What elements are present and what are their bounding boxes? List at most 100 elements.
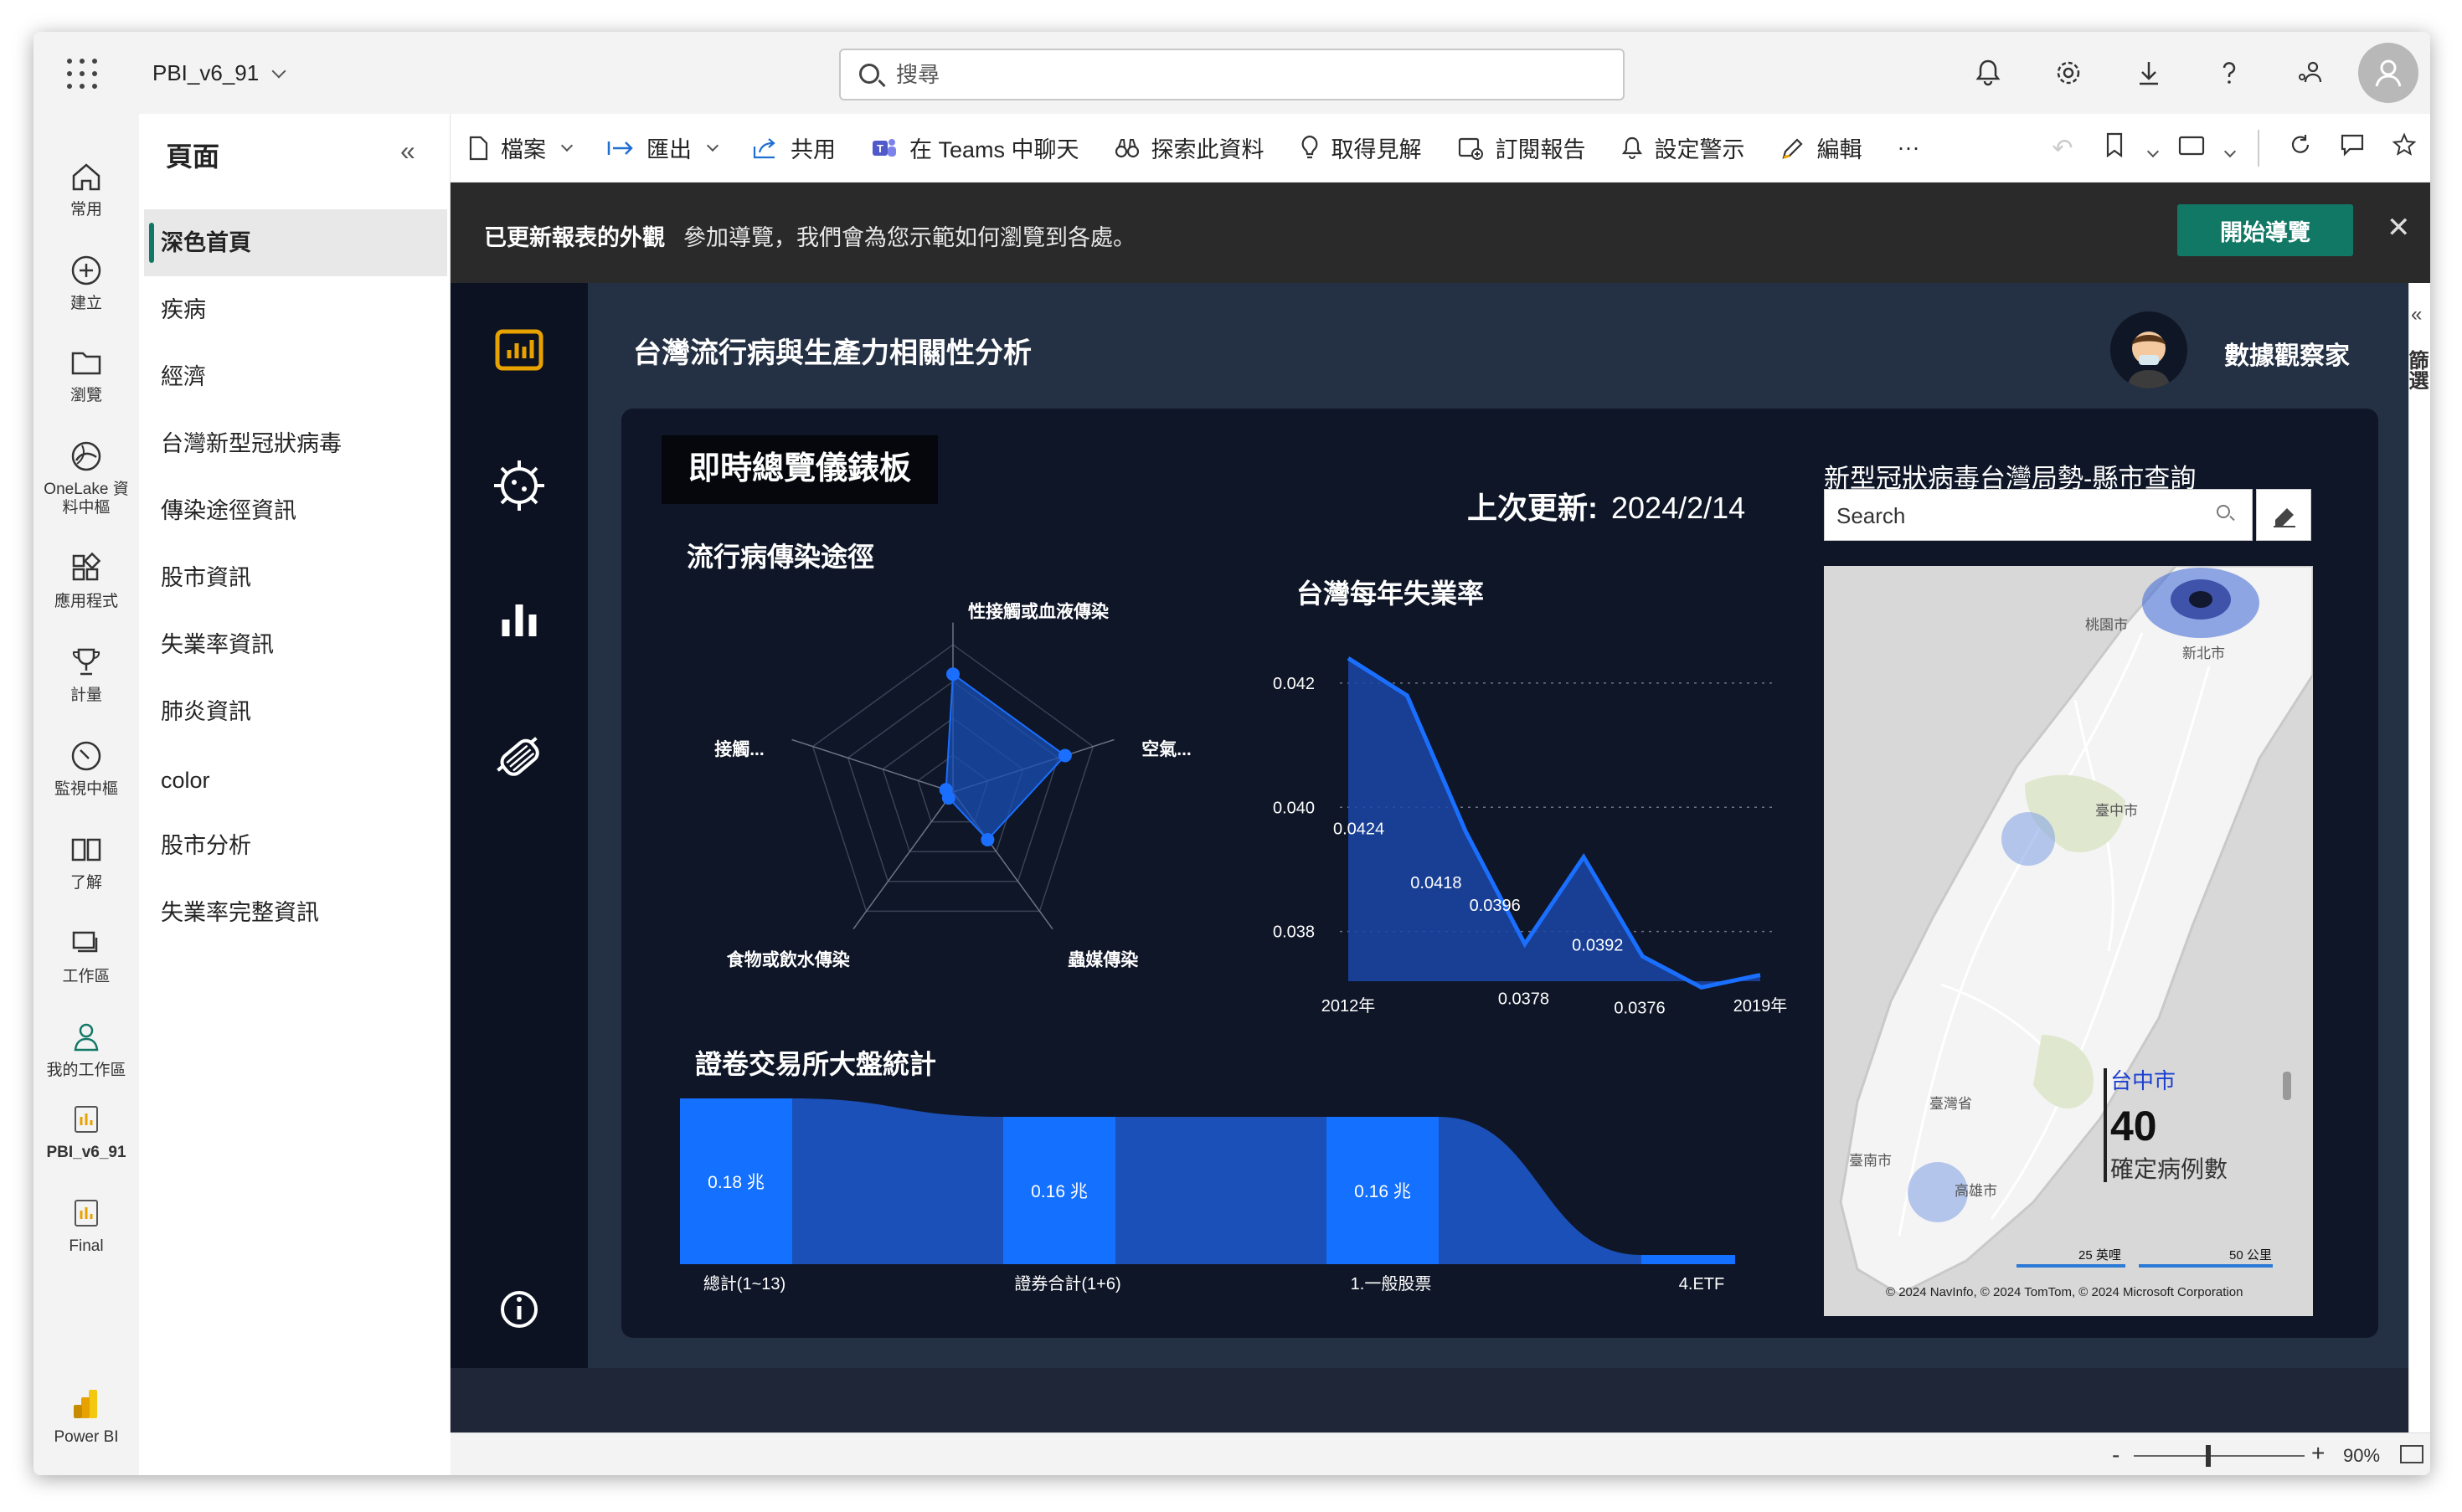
subscribe-button[interactable]: 訂閱報告	[1457, 131, 1586, 164]
share-people-icon[interactable]	[2269, 32, 2350, 114]
favorite-star-icon[interactable]	[2378, 132, 2430, 164]
zoom-in-button[interactable]: +	[2311, 1440, 2325, 1467]
bell-icon[interactable]	[1948, 32, 2028, 114]
expand-double-chevron-icon[interactable]: «	[2411, 303, 2422, 327]
eraser-button[interactable]	[2256, 489, 2311, 541]
rail-item-create[interactable]: 建立	[33, 253, 139, 313]
map-card-scrollbar[interactable]	[2283, 1072, 2291, 1100]
comment-icon[interactable]	[2326, 133, 2378, 163]
rail-item-final-report[interactable]: Final	[33, 1196, 139, 1256]
rail-item-learn[interactable]: 了解	[33, 832, 139, 892]
ribbon-bar-3[interactable]	[1641, 1255, 1735, 1264]
report-title: 台灣流行病與生產力相關性分析	[633, 337, 1032, 369]
ribbon-category-label: 總計(1~13)	[703, 1274, 785, 1293]
radar-chart[interactable]: 性接觸或血液傳染空氣... 蟲媒傳染 食物或飲水傳染 接觸...	[688, 593, 1275, 1028]
virus-icon[interactable]	[489, 455, 549, 516]
ribbon-chart[interactable]: 0.18 兆總計(1~13) 0.16 兆證券合計(1+6) 0.16 兆 1.一般股…	[680, 1095, 1794, 1329]
zoom-out-button[interactable]: -	[2112, 1442, 2119, 1468]
area-y-tick-label: 0.040	[1273, 799, 1315, 817]
edit-button[interactable]: 編輯	[1780, 131, 1862, 164]
zoom-slider-thumb[interactable]	[2206, 1445, 2211, 1467]
page-item-pneumonia[interactable]: 肺炎資訊	[144, 678, 447, 745]
help-icon[interactable]	[2189, 32, 2269, 114]
rail-item-metrics[interactable]: 計量	[33, 645, 139, 705]
page-item-taiwan-covid[interactable]: 台灣新型冠狀病毒	[144, 410, 447, 477]
map-search-box[interactable]	[1824, 489, 2253, 541]
toolbar-right-actions: ↶	[2037, 114, 2430, 183]
info-icon[interactable]	[489, 1279, 549, 1340]
page-item-dark-home[interactable]: 深色首頁	[144, 209, 447, 276]
rail-item-my-workspace[interactable]: 我的工作區	[33, 1020, 139, 1080]
radar-point-2[interactable]	[981, 832, 995, 846]
radar-point-4[interactable]	[939, 783, 953, 797]
get-insights-button[interactable]: 取得見解	[1300, 131, 1422, 164]
dashboard-panel: 即時總覽儀錶板 上次更新: 2024/2/14 流行病傳染途徑 性接觸或血液傳染空…	[621, 409, 2378, 1338]
export-menu-button[interactable]: 匯出	[606, 131, 719, 164]
chevron-down-icon[interactable]	[2140, 134, 2166, 162]
workspace-title-button[interactable]: PBI_v6_91	[152, 60, 286, 86]
teams-chat-button[interactable]: T 在 Teams 中聊天	[871, 131, 1079, 164]
report-toolbar: 檔案 匯出 共用 T 在 Teams 中聊天 探索此資料 取得見解 訂閱報告 設	[451, 114, 2430, 183]
rail-item-workspaces[interactable]: 工作區	[33, 926, 139, 986]
bar-chart-icon[interactable]	[489, 589, 549, 650]
global-search[interactable]	[839, 49, 1625, 100]
fit-to-page-icon[interactable]	[2400, 1445, 2423, 1463]
lightbulb-icon	[1301, 135, 1317, 158]
rail-item-pbi-report[interactable]: PBI_v6_91	[33, 1102, 139, 1162]
page-item-stock[interactable]: 股市資訊	[144, 544, 447, 611]
filters-pane-collapsed[interactable]: « 篩選	[2405, 283, 2430, 1432]
binoculars-icon	[1115, 138, 1139, 157]
undo-icon[interactable]: ↶	[2037, 134, 2089, 163]
page-item-economy[interactable]: 經濟	[144, 343, 447, 410]
chevron-down-icon	[271, 64, 286, 79]
area-chart[interactable]: 0.038 0.040 0.042 0.0424 0.0418 0.0396 0.0378 0…	[1266, 626, 1794, 1053]
search-input[interactable]	[896, 60, 1583, 89]
page-item-unemployment-full[interactable]: 失業率完整資訊	[144, 879, 447, 946]
tour-banner: 已更新報表的外觀 參加導覽，我們會為您示範如何瀏覽到各處。 開始導覽 ✕	[451, 183, 2430, 283]
explore-data-button[interactable]: 探索此資料	[1115, 131, 1264, 164]
area-data-label: 0.0396	[1470, 897, 1521, 915]
bookmark-icon[interactable]	[2089, 132, 2140, 164]
map-card-value: 40	[2110, 1103, 2157, 1149]
rail-item-home[interactable]: 常用	[33, 159, 139, 219]
start-tour-button[interactable]: 開始導覽	[2177, 204, 2353, 256]
page-item-transmission[interactable]: 傳染途徑資訊	[144, 477, 447, 544]
share-button[interactable]: 共用	[752, 131, 836, 164]
search-icon	[859, 64, 879, 84]
page-item-disease[interactable]: 疾病	[144, 276, 447, 343]
chevron-down-icon	[560, 139, 574, 152]
radar-point-1[interactable]	[1058, 748, 1072, 763]
folder-icon	[71, 352, 101, 375]
set-alert-button[interactable]: 設定警示	[1621, 131, 1745, 164]
file-menu-button[interactable]: 檔案	[467, 131, 574, 164]
page-item-stock-analysis[interactable]: 股市分析	[144, 812, 447, 879]
rail-item-onelake[interactable]: OneLake 資料中樞	[33, 439, 139, 517]
rail-item-monitor[interactable]: 監視中樞	[33, 738, 139, 799]
taiwan-map[interactable]: 桃園市 新北市 臺中市 臺灣省 臺南市 高雄市 台中市 40 確定病例數 25 …	[1824, 566, 2313, 1316]
rail-item-browse[interactable]: 瀏覽	[33, 345, 139, 405]
download-icon[interactable]	[2109, 32, 2189, 114]
chevron-down-icon[interactable]	[2217, 134, 2243, 162]
rail-item-apps[interactable]: 應用程式	[33, 551, 139, 611]
more-options-button[interactable]: ···	[1898, 135, 1920, 161]
refresh-icon[interactable]	[2274, 133, 2326, 163]
close-icon[interactable]: ✕	[2387, 211, 2411, 244]
map-search-input[interactable]	[1836, 501, 2188, 530]
account-icon[interactable]	[2350, 32, 2430, 114]
plus-circle-icon	[71, 255, 101, 285]
dashboard-chart-icon[interactable]	[489, 321, 549, 382]
radar-point-0[interactable]	[946, 667, 960, 681]
app-launcher-icon[interactable]	[67, 59, 97, 89]
map-scale-miles: 25 英哩	[2078, 1247, 2121, 1263]
collapse-double-chevron-icon[interactable]: «	[400, 136, 415, 167]
view-icon[interactable]	[2166, 134, 2217, 162]
page-item-unemployment[interactable]: 失業率資訊	[144, 611, 447, 678]
page-item-color[interactable]: color	[144, 747, 447, 814]
workspace-title: PBI_v6_91	[152, 60, 260, 85]
mask-icon[interactable]	[489, 727, 549, 787]
zoom-slider-track[interactable]	[2134, 1455, 2305, 1457]
gear-icon[interactable]	[2028, 32, 2109, 114]
workspaces-icon	[72, 931, 98, 953]
top-bar: PBI_v6_91	[33, 32, 2430, 114]
rail-item-powerbi[interactable]: Power BI	[33, 1386, 139, 1447]
